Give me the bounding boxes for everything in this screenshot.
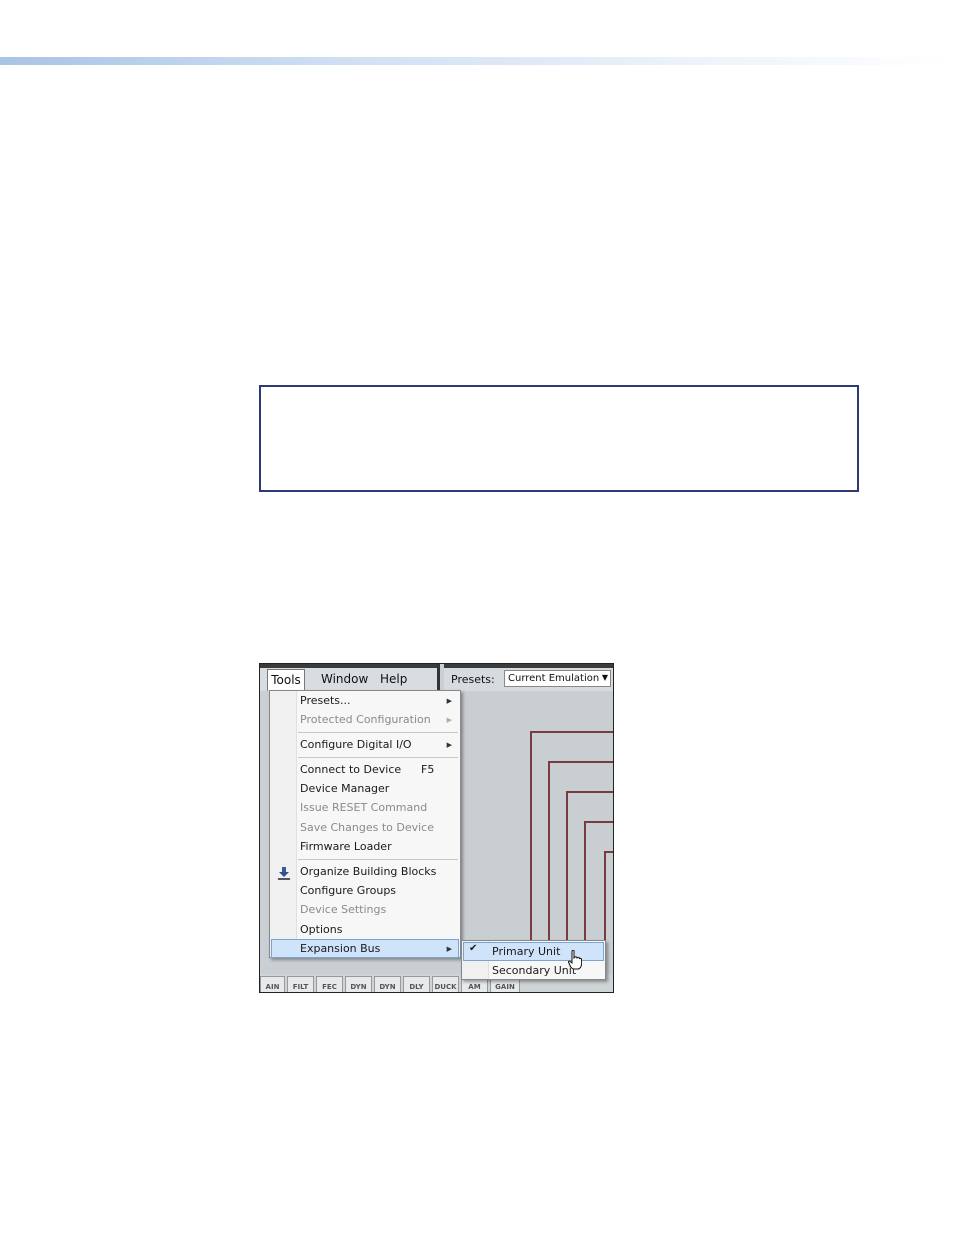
menu-separator: [298, 859, 458, 860]
shortcut-label: F5: [421, 763, 435, 776]
menu-item-expansion-bus[interactable]: Expansion Bus: [300, 940, 380, 958]
presets-selected-value: Current Emulation: [508, 673, 600, 684]
tools-menu-dropdown: Presets... ▶ Protected Configuration ▶ C…: [269, 690, 461, 958]
tab-duck[interactable]: DUCK: [432, 976, 459, 992]
presets-bar: Presets: Current Emulation ▼: [444, 664, 613, 691]
menu-item-device-manager[interactable]: Device Manager: [300, 780, 389, 798]
tab-filt[interactable]: FILT: [287, 976, 314, 992]
note-box: [259, 385, 859, 492]
menu-item-organize-building-blocks[interactable]: Organize Building Blocks: [300, 863, 436, 881]
tab-dyn-1[interactable]: DYN: [345, 976, 372, 992]
submenu-arrow-icon: ▶: [446, 945, 452, 953]
presets-dropdown[interactable]: Current Emulation ▼: [504, 670, 611, 687]
menu-item-device-settings[interactable]: Device Settings: [300, 901, 386, 919]
submenu-arrow-icon: ▶: [446, 697, 452, 705]
menu-item-configure-digital-io[interactable]: Configure Digital I/O: [300, 736, 412, 754]
menu-separator: [298, 757, 458, 758]
menu-window[interactable]: Window: [321, 672, 368, 686]
expansion-bus-submenu: ✔ Primary Unit Secondary Unit: [461, 940, 606, 980]
tab-fec[interactable]: FEC: [316, 976, 343, 992]
menu-item-options[interactable]: Options: [300, 921, 342, 939]
menu-separator: [298, 732, 458, 733]
menu-item-protected-configuration[interactable]: Protected Configuration: [300, 711, 431, 729]
tab-ain[interactable]: AIN: [260, 976, 285, 992]
download-icon: [278, 867, 290, 880]
menu-item-configure-groups[interactable]: Configure Groups: [300, 882, 396, 900]
app-screenshot: Tools Window Help Presets: Current Emula…: [259, 663, 614, 993]
menu-item-connect-to-device[interactable]: Connect to Device: [300, 761, 401, 779]
menu-help[interactable]: Help: [380, 672, 407, 686]
submenu-item-secondary-unit[interactable]: Secondary Unit: [492, 962, 576, 980]
menu-item-save-changes-to-device[interactable]: Save Changes to Device: [300, 819, 434, 837]
chevron-down-icon: ▼: [601, 673, 608, 682]
page-header-bar: [0, 57, 954, 65]
checkmark-icon: ✔: [469, 943, 478, 954]
wire-5: [604, 851, 613, 992]
submenu-arrow-icon: ▶: [446, 741, 452, 749]
tab-dyn-2[interactable]: DYN: [374, 976, 401, 992]
submenu-arrow-icon: ▶: [446, 716, 452, 724]
submenu-item-primary-unit[interactable]: Primary Unit: [492, 943, 560, 961]
menu-item-issue-reset-command[interactable]: Issue RESET Command: [300, 799, 427, 817]
tab-dly[interactable]: DLY: [403, 976, 430, 992]
menu-tools[interactable]: Tools: [267, 669, 305, 691]
menu-bar: Tools Window Help: [260, 664, 440, 691]
hand-cursor-icon: [568, 950, 582, 970]
menu-item-firmware-loader[interactable]: Firmware Loader: [300, 838, 392, 856]
menu-item-presets[interactable]: Presets...: [300, 692, 351, 710]
presets-label: Presets:: [451, 673, 495, 686]
